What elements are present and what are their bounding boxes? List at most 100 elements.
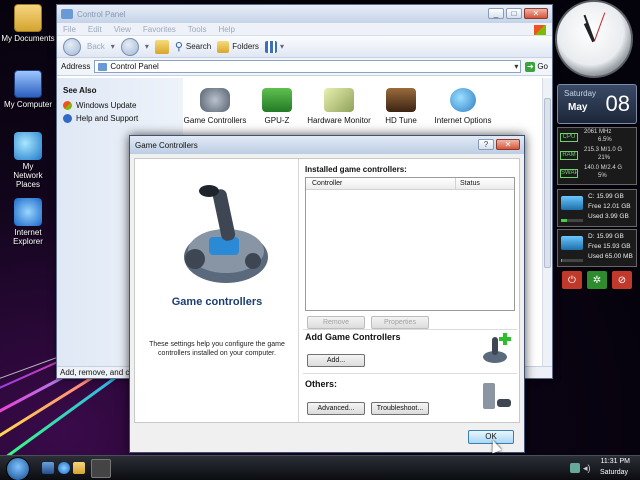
menu-view[interactable]: View [114,25,131,34]
cp-item-hd-tune[interactable]: HD Tune [369,88,433,125]
column-status[interactable]: Status [456,178,514,189]
back-label[interactable]: Back [87,42,105,51]
desktop-icon-internet-explorer[interactable]: Internet Explorer [0,198,56,246]
clock-gadget[interactable] [555,0,633,78]
controllers-list[interactable]: Controller Status [305,177,515,311]
shutdown-button[interactable]: ⏻ [561,270,583,290]
column-controller[interactable]: Controller [306,178,456,189]
ram-label: RAM [560,151,578,160]
drive-d-total: D: 15.99 GB [588,233,624,240]
list-header: Controller Status [306,178,514,190]
cp-item-label: Game Controllers [183,116,247,125]
control-panel-icon [98,62,108,71]
volume-icon[interactable]: ◂) [583,463,591,474]
menu-help[interactable]: Help [218,25,234,34]
search-label: Search [185,42,212,51]
ram-usage: 21% [598,155,611,161]
drive-d-size: 15.99 GB [596,233,624,240]
globe-network-icon [14,132,42,160]
network-icon[interactable] [570,463,580,473]
start-button[interactable] [6,457,30,480]
properties-button[interactable]: Properties [371,316,429,329]
drive-c-free: Free 12.01 GB [588,203,631,210]
add-button[interactable]: Add... [307,354,365,367]
desktop-icon-my-documents[interactable]: My Documents [0,4,56,43]
address-input[interactable]: Control Panel ▾ [94,60,522,73]
dialog-controls: ? ✕ [478,139,520,150]
hard-drive-icon [561,196,583,210]
drive-c-name: C: [588,193,595,200]
address-value: Control Panel [110,62,159,71]
drive-d-gadget[interactable]: D: 15.99 GB Free 15.93 GB Used 65.00 MB [557,229,637,267]
back-arrow-icon[interactable] [63,37,81,56]
drive-c-total: C: 15.99 GB [588,193,624,200]
cpu-usage: 6.5% [598,137,612,143]
clock-second-hand [594,12,606,41]
calendar-gadget[interactable]: Saturday May 08 [557,84,637,124]
desktop-icon-network-places[interactable]: My Network Places [0,132,56,189]
gpu-card-icon [262,88,292,112]
vertical-scrollbar[interactable] [542,78,552,366]
ram-row: RAM 215.3 M/1.0 G 21% [560,147,634,165]
menu-favorites[interactable]: Favorites [143,25,176,34]
cpu-label: CPU [560,133,578,142]
dialog-content: Game controllers These settings help you… [134,158,520,423]
cp-item-gpu-z[interactable]: GPU-Z [245,88,309,125]
logoff-button[interactable]: ⊘ [611,270,633,290]
troubleshoot-button[interactable]: Troubleshoot... [371,402,429,415]
cp-item-label: Hardware Monitor [307,116,371,125]
chevron-down-icon[interactable]: ▾ [111,42,115,51]
drive-c-gadget[interactable]: C: 15.99 GB Free 12.01 GB Used 3.99 GB [557,189,637,227]
scrollbar-thumb[interactable] [544,98,551,268]
internet-explorer-icon[interactable] [58,462,70,474]
desktop-icon-my-computer[interactable]: My Computer [0,70,56,109]
tray-weekday: Saturday [599,469,628,476]
advanced-button[interactable]: Advanced... [307,402,365,415]
sidebar-gadgets: Saturday May 08 CPU 2061 MHz 6.5% RAM 21… [555,0,640,455]
window-titlebar[interactable]: Control Panel [57,5,552,23]
dialog-left-pane: Game controllers These settings help you… [135,159,299,422]
menu-file[interactable]: File [63,25,76,34]
go-button[interactable]: ➜ Go [525,61,548,72]
views-button[interactable]: ▾ [264,40,284,53]
address-label: Address [61,62,91,71]
tray-time[interactable]: 11:31 PM [601,458,630,465]
taskbar-window-button[interactable] [91,459,111,478]
cp-item-game-controllers[interactable]: Game Controllers [183,88,247,125]
calendar-month: May [568,102,588,113]
restart-button[interactable]: ✲ [586,270,608,290]
folders-button[interactable]: Folders [217,40,259,53]
remove-button[interactable]: Remove [307,316,365,329]
maximize-button[interactable]: □ [506,8,522,19]
close-button[interactable]: ✕ [524,8,548,19]
folder-icon[interactable] [73,462,85,474]
sidebar-link-help-support[interactable]: Help and Support [63,114,177,123]
console-icon [483,383,511,409]
minimize-button[interactable]: _ [488,8,504,19]
drive-d-usage-bar [561,259,583,262]
folder-up-icon[interactable] [154,39,169,54]
cp-item-internet-options[interactable]: Internet Options [431,88,495,125]
internet-explorer-icon [14,198,42,226]
sidebar-link-windows-update[interactable]: Windows Update [63,101,177,110]
cpu-row: CPU 2061 MHz 6.5% [560,129,634,147]
chevron-down-icon[interactable]: ▾ [145,42,149,51]
cpu-freq: 2061 MHz [584,129,612,135]
system-monitor-gadget[interactable]: CPU 2061 MHz 6.5% RAM 215.3 M/1.0 G 21% … [557,127,637,185]
show-desktop-icon[interactable] [42,462,54,474]
cp-item-hardware-monitor[interactable]: Hardware Monitor [307,88,371,125]
search-button[interactable]: ⚲ Search [175,40,211,53]
chevron-down-icon[interactable]: ▾ [514,62,518,71]
close-button[interactable]: ✕ [496,139,520,150]
forward-arrow-icon[interactable] [120,37,139,56]
computer-icon [14,70,42,98]
menu-tools[interactable]: Tools [188,25,207,34]
hard-drive-icon [386,88,416,112]
window-controls: _ □ ✕ [488,8,548,19]
folder-icon [217,40,230,53]
dialog-titlebar[interactable]: Game Controllers [130,136,524,154]
menu-edit[interactable]: Edit [88,25,102,34]
swap-usage: 5% [598,173,607,179]
help-button[interactable]: ? [478,139,494,150]
add-controllers-heading: Add Game Controllers [305,332,401,342]
